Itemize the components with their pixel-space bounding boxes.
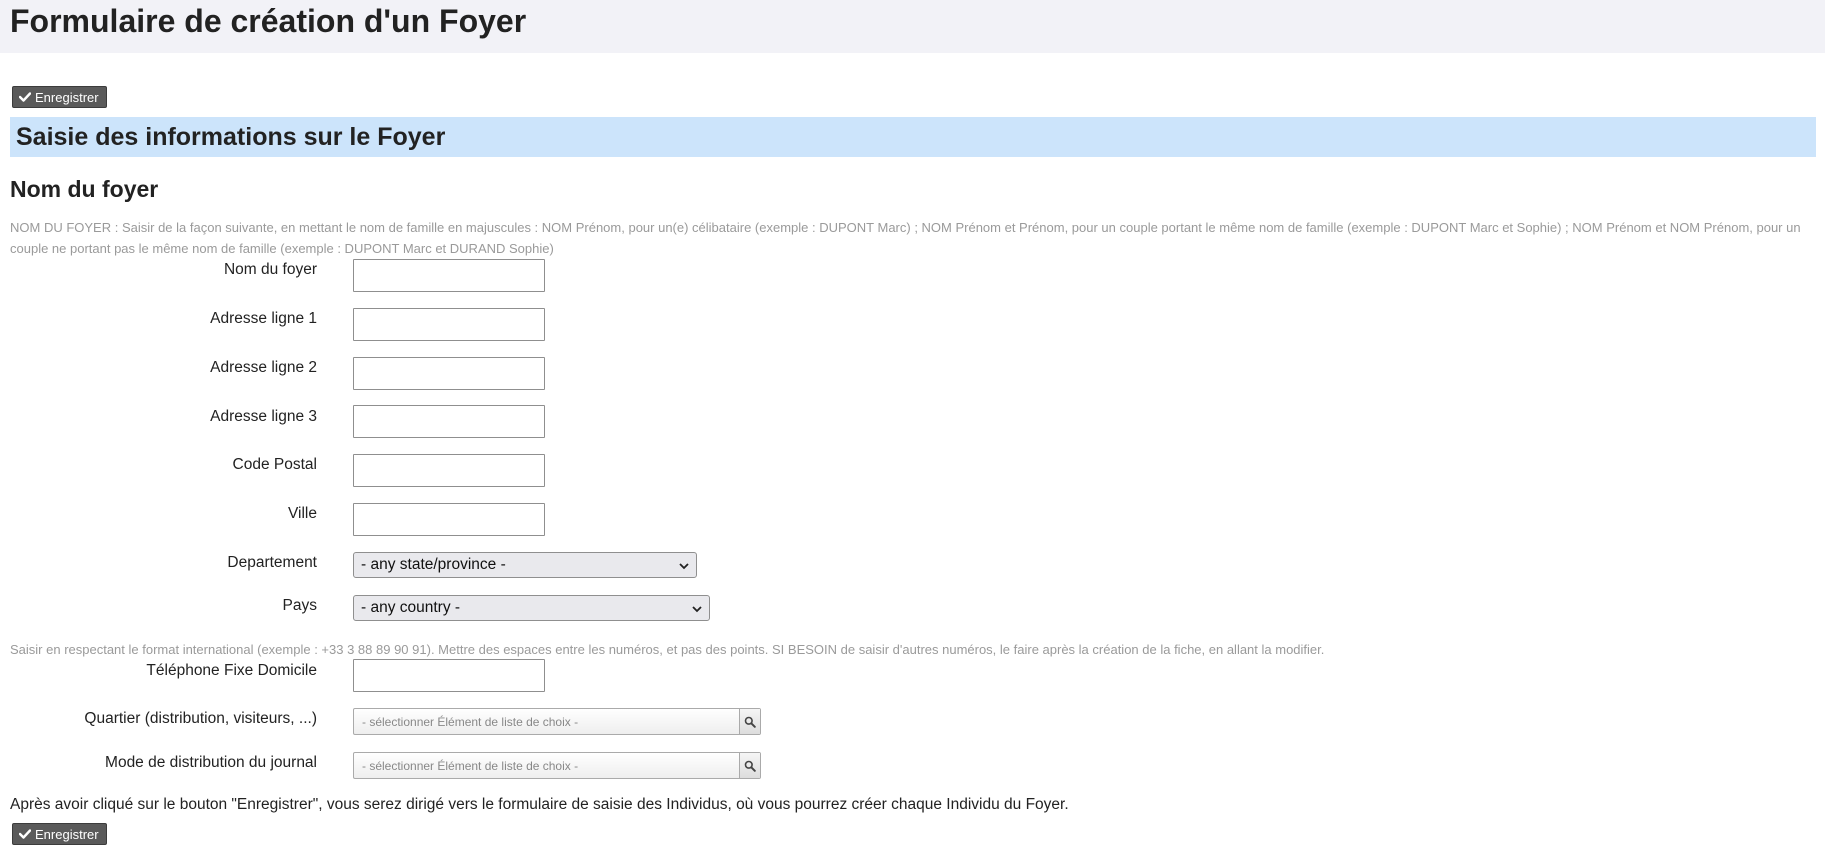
help-text-telephone: Saisir en respectant le format internati… [10,642,1325,657]
subsection-title: Nom du foyer [10,176,159,202]
save-button-label: Enregistrer [35,826,99,842]
quartier-placeholder: - sélectionner Élément de liste de choix… [362,715,579,729]
footer-note: Après avoir cliqué sur le bouton "Enregi… [10,796,1069,813]
departement-selected: - any state/province - [361,556,506,573]
page-header: Formulaire de création d'un Foyer [0,0,1825,53]
mode-distribution-picker[interactable]: - sélectionner Élément de liste de choix… [353,752,761,779]
code-postal-label: Code Postal [232,456,317,473]
chevron-down-icon [678,559,690,571]
check-icon [18,827,32,842]
adresse-ligne-3-label: Adresse ligne 3 [210,408,317,425]
quartier-picker[interactable]: - sélectionner Élément de liste de choix… [353,708,761,735]
telephone-input[interactable] [353,659,545,692]
ville-input[interactable] [353,503,545,536]
departement-label: Departement [227,554,317,571]
adresse-ligne-3-input[interactable] [353,405,545,438]
help-text-foyer: NOM DU FOYER : Saisir de la façon suivan… [10,220,1801,256]
page-title: Formulaire de création d'un Foyer [10,3,527,39]
mode-distribution-label: Mode de distribution du journal [105,754,317,771]
chevron-down-icon [691,602,703,614]
nom-foyer-label: Nom du foyer [223,261,317,278]
quartier-label: Quartier (distribution, visiteurs, ...) [84,710,317,727]
pays-select[interactable]: - any country - [353,595,710,621]
search-icon[interactable] [739,753,760,778]
departement-select[interactable]: - any state/province - [353,552,697,578]
check-icon [18,90,32,105]
nom-foyer-input[interactable] [353,259,545,292]
telephone-label: Téléphone Fixe Domicile [146,662,317,679]
section-title: Saisie des informations sur le Foyer [16,123,446,151]
search-icon[interactable] [739,709,760,734]
save-button-bottom[interactable]: Enregistrer [12,823,107,845]
adresse-ligne-1-label: Adresse ligne 1 [210,310,317,327]
mode-distribution-placeholder: - sélectionner Élément de liste de choix… [362,759,579,773]
code-postal-input[interactable] [353,454,545,487]
pays-selected: - any country - [361,599,461,616]
save-button-top[interactable]: Enregistrer [12,86,107,108]
save-button-label: Enregistrer [35,89,99,105]
section-header: Saisie des informations sur le Foyer [10,117,1816,157]
pays-label: Pays [282,597,317,614]
ville-label: Ville [287,505,317,522]
adresse-ligne-1-input[interactable] [353,308,545,341]
adresse-ligne-2-input[interactable] [353,357,545,390]
adresse-ligne-2-label: Adresse ligne 2 [210,359,317,376]
